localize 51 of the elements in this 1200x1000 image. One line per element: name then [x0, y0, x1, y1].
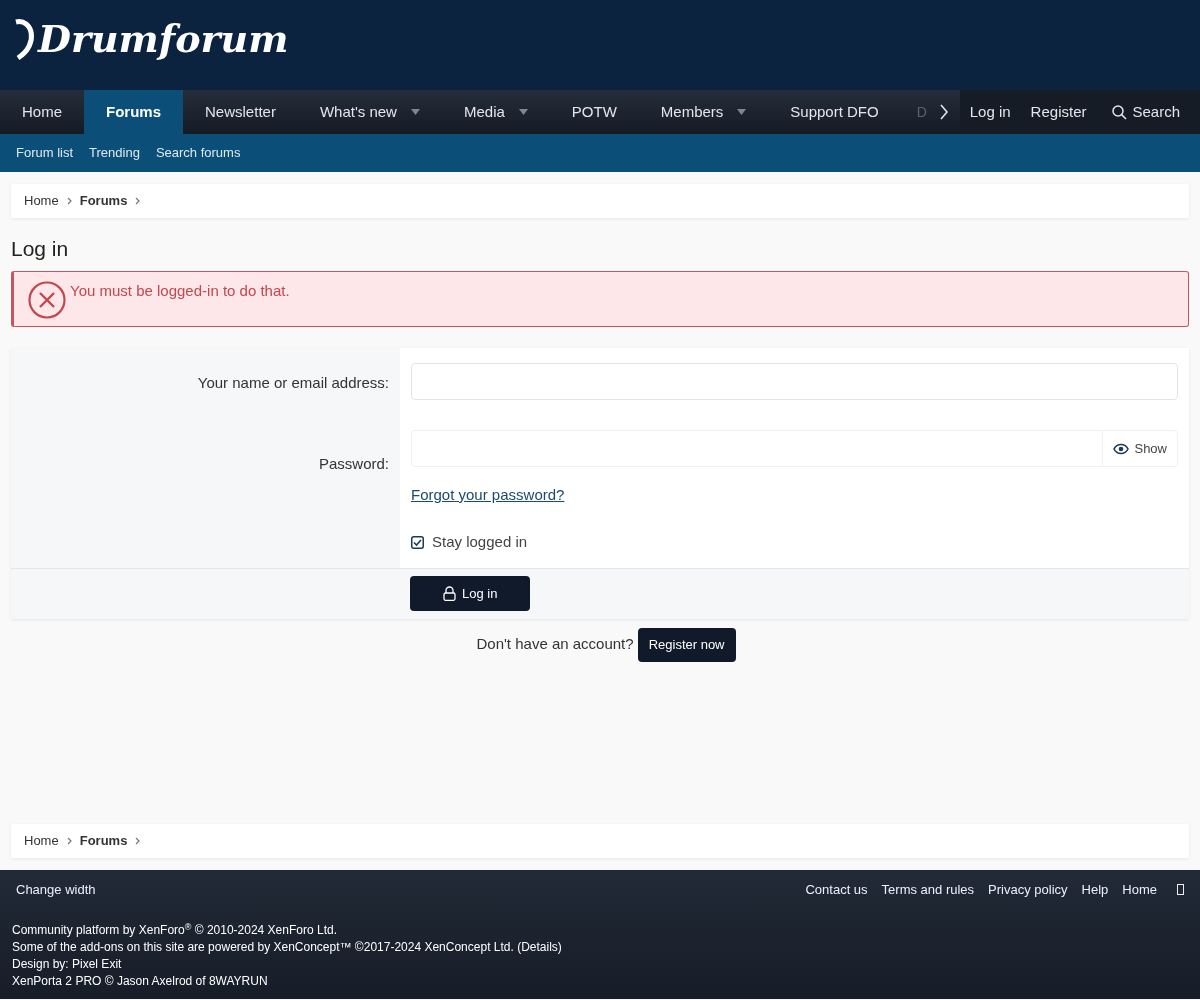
breadcrumb-link[interactable]: Home: [24, 191, 59, 211]
forgot-password-link[interactable]: Forgot your password?: [411, 485, 565, 503]
page-title: Log in: [11, 236, 70, 262]
error-message: You must be logged-in to do that.: [70, 281, 290, 302]
nav-tab[interactable]: POTW: [549, 90, 639, 134]
checkbox[interactable]: [411, 535, 424, 549]
nav-tab[interactable]: What's new: [297, 90, 442, 134]
chevron-separator-icon: [135, 836, 141, 845]
account-link[interactable]: Register: [1020, 90, 1097, 134]
credit-line: XenPorta 2 PRO © Jason Axelrod of 8WAYRUN: [12, 973, 268, 991]
login-button[interactable]: Log in: [410, 576, 531, 612]
chevron-separator-icon: [135, 197, 141, 205]
site-logo[interactable]: Drumforum: [10, 14, 1190, 64]
subnav-link[interactable]: Search forums: [155, 143, 241, 163]
footer-link[interactable]: Home: [1122, 879, 1157, 900]
breadcrumb-link[interactable]: Forums: [79, 830, 128, 851]
padlock-icon: [443, 586, 456, 602]
register-button[interactable]: Register now: [637, 627, 736, 662]
change-width-link[interactable]: Change width: [12, 879, 96, 900]
nav-tab[interactable]: Home: [0, 90, 84, 134]
credit-line: Design by: Pixel Exit: [12, 956, 122, 974]
eye-icon: [1113, 442, 1130, 455]
account-link[interactable]: Log in: [959, 90, 1021, 134]
checkbox-label: Stay logged in: [432, 532, 528, 553]
credit-line: Community platform by XenForo$^{®}$ © 2010-2024 XenForo Ltd.: [12, 922, 337, 940]
nav-tab[interactable]: Members: [638, 90, 769, 134]
register-prompt: Don't have an account?: [476, 634, 634, 655]
credit-line: Some of the add-ons on this site are powered by XenConcept™ ©2017-2024 XenConcept Ltd. (Details): [12, 939, 562, 957]
chevron-right-icon[interactable]: [938, 104, 949, 120]
error-x-icon: [28, 281, 66, 320]
footer-link[interactable]: Help: [1081, 879, 1109, 900]
breadcrumb-link[interactable]: Forums: [79, 191, 128, 211]
footer-link[interactable]: Terms and rules: [881, 879, 975, 900]
field-label: Your name or email address:: [197, 374, 389, 392]
subnav-link[interactable]: Trending: [89, 143, 140, 163]
breadcrumb-link[interactable]: Home: [24, 830, 59, 851]
nav-tab[interactable]: Media: [441, 90, 550, 134]
nav-tab[interactable]: Support DFO: [768, 90, 901, 134]
search-icon: [1112, 104, 1128, 120]
footer-link[interactable]: Privacy policy: [988, 879, 1068, 900]
chevron-separator-icon: [66, 197, 72, 205]
nav-tab[interactable]: Forums: [84, 90, 184, 134]
username-field[interactable]: [411, 363, 1178, 401]
show-password-button[interactable]: Show: [1102, 430, 1178, 468]
chevron-separator-icon: [66, 836, 72, 845]
footer-link[interactable]: Contact us: [805, 879, 868, 900]
square-icon[interactable]: [1177, 883, 1184, 895]
search-link[interactable]: Search: [1096, 90, 1200, 134]
field-label: Password:: [318, 455, 389, 473]
nav-tab[interactable]: Newsletter: [183, 90, 298, 134]
subnav-link[interactable]: Forum list: [16, 143, 74, 163]
